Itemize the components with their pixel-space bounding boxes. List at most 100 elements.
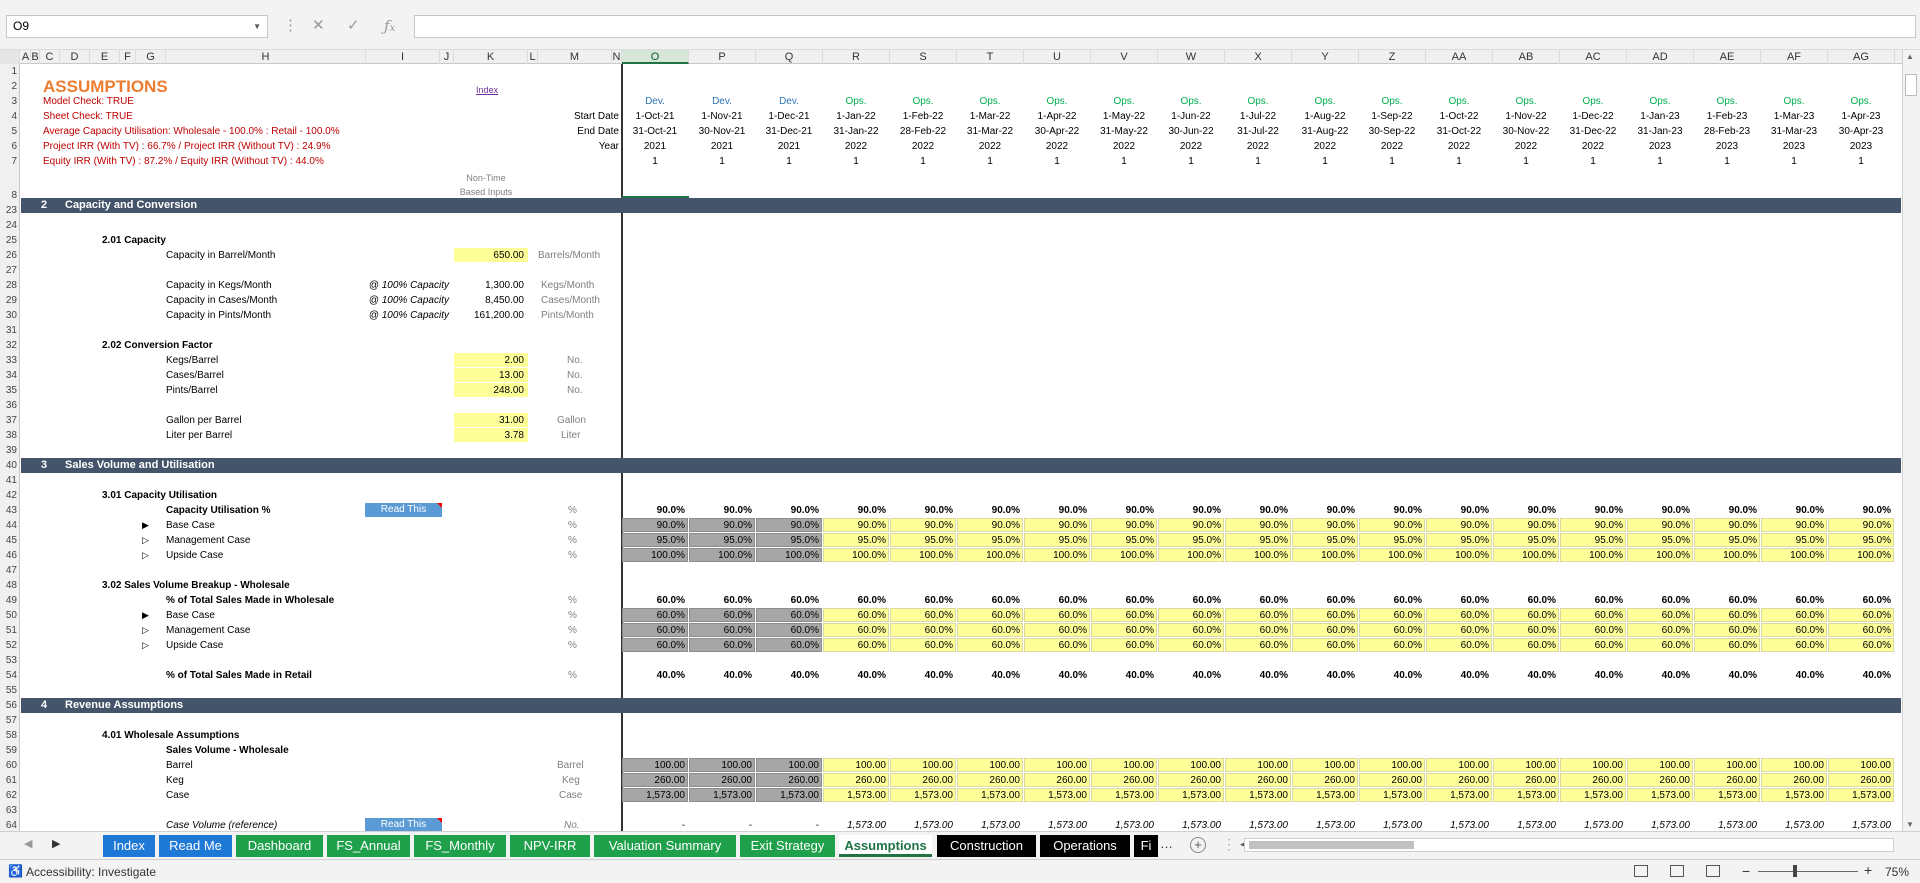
read-this-button[interactable]: Read This [365, 503, 442, 517]
horizontal-scroll-thumb[interactable] [1249, 841, 1414, 849]
column-header[interactable]: L [528, 50, 538, 64]
input-cell[interactable]: 260.00 [1292, 773, 1358, 787]
input-cell[interactable]: 31.00 [454, 413, 528, 427]
input-cell[interactable]: 60.0% [1292, 638, 1358, 652]
row-header[interactable]: 7 [0, 154, 20, 169]
column-header[interactable]: V [1091, 50, 1158, 64]
locked-cell[interactable]: 260.00 [622, 773, 688, 787]
row-header[interactable]: 53 [0, 653, 20, 668]
row-header[interactable]: 35 [0, 383, 20, 398]
next-sheet-icon[interactable]: ▶ [52, 837, 60, 850]
input-cell[interactable]: 60.0% [1560, 608, 1626, 622]
locked-cell[interactable]: 60.0% [622, 638, 688, 652]
locked-cell[interactable]: 60.0% [689, 608, 755, 622]
column-header[interactable]: R [823, 50, 890, 64]
input-cell[interactable]: 60.0% [1828, 608, 1894, 622]
unselected-case-arrow-icon[interactable]: ▷ [142, 548, 149, 563]
column-header[interactable]: AG [1828, 50, 1895, 64]
input-cell[interactable]: 95.0% [1158, 533, 1224, 547]
column-header[interactable]: D [60, 50, 90, 64]
input-cell[interactable]: 95.0% [1359, 533, 1425, 547]
input-cell[interactable]: 90.0% [1493, 518, 1559, 532]
input-cell[interactable]: 100.00 [1292, 758, 1358, 772]
input-cell[interactable]: 260.00 [957, 773, 1023, 787]
input-cell[interactable]: 100.00 [1493, 758, 1559, 772]
row-header[interactable]: 44 [0, 518, 20, 533]
row-header[interactable]: 42 [0, 488, 20, 503]
input-cell[interactable]: 60.0% [1828, 623, 1894, 637]
column-header[interactable]: AE [1694, 50, 1761, 64]
input-cell[interactable]: 60.0% [1024, 623, 1090, 637]
input-cell[interactable]: 60.0% [1493, 638, 1559, 652]
more-tabs-icon[interactable]: … [1160, 836, 1173, 851]
input-cell[interactable]: 100.00 [1694, 758, 1760, 772]
locked-cell[interactable]: 100.00 [622, 758, 688, 772]
input-cell[interactable]: 1,573.00 [1694, 788, 1760, 802]
zoom-out-icon[interactable]: − [1742, 863, 1750, 879]
input-cell[interactable]: 60.0% [1426, 623, 1492, 637]
input-cell[interactable]: 100.0% [1493, 548, 1559, 562]
column-header[interactable]: AC [1560, 50, 1627, 64]
row-header[interactable]: 4 [0, 109, 20, 124]
page-layout-icon[interactable] [1670, 865, 1684, 877]
row-header[interactable]: 25 [0, 233, 20, 248]
row-header[interactable]: 57 [0, 713, 20, 728]
input-cell[interactable]: 95.0% [823, 533, 889, 547]
input-cell[interactable]: 60.0% [890, 608, 956, 622]
row-header[interactable]: 52 [0, 638, 20, 653]
row-header[interactable]: 54 [0, 668, 20, 683]
column-header[interactable]: AA [1426, 50, 1493, 64]
locked-cell[interactable]: 260.00 [756, 773, 822, 787]
row-header[interactable]: 2 [0, 79, 20, 94]
input-cell[interactable]: 13.00 [454, 368, 528, 382]
input-cell[interactable]: 1,573.00 [1024, 788, 1090, 802]
row-header[interactable]: 48 [0, 578, 20, 593]
row-header[interactable]: 26 [0, 248, 20, 263]
row-header[interactable]: 56 [0, 698, 20, 713]
input-cell[interactable]: 100.00 [823, 758, 889, 772]
row-header[interactable]: 40 [0, 458, 20, 473]
input-cell[interactable]: 260.00 [1091, 773, 1157, 787]
row-header[interactable]: 24 [0, 218, 20, 233]
input-cell[interactable]: 260.00 [1493, 773, 1559, 787]
input-cell[interactable]: 2.00 [454, 353, 528, 367]
input-cell[interactable]: 60.0% [823, 623, 889, 637]
input-cell[interactable]: 60.0% [957, 623, 1023, 637]
input-cell[interactable]: 260.00 [823, 773, 889, 787]
input-cell[interactable]: 95.0% [1225, 533, 1291, 547]
input-cell[interactable]: 60.0% [1694, 608, 1760, 622]
locked-cell[interactable]: 260.00 [689, 773, 755, 787]
input-cell[interactable]: 3.78 [454, 428, 528, 442]
input-cell[interactable]: 60.0% [1158, 608, 1224, 622]
column-header[interactable]: A [21, 50, 31, 64]
row-header[interactable]: 3 [0, 94, 20, 109]
locked-cell[interactable]: 60.0% [622, 608, 688, 622]
row-header[interactable]: 33 [0, 353, 20, 368]
index-link[interactable]: Index [476, 83, 498, 98]
input-cell[interactable]: 60.0% [1225, 623, 1291, 637]
locked-cell[interactable]: 100.0% [622, 548, 688, 562]
locked-cell[interactable]: 60.0% [689, 638, 755, 652]
input-cell[interactable]: 100.00 [1225, 758, 1291, 772]
input-cell[interactable]: 100.0% [823, 548, 889, 562]
tab-read-me[interactable]: Read Me [159, 835, 232, 857]
row-header[interactable]: 59 [0, 743, 20, 758]
row-header[interactable]: 36 [0, 398, 20, 413]
input-cell[interactable]: 60.0% [1560, 638, 1626, 652]
row-header[interactable]: 55 [0, 683, 20, 698]
select-all-corner[interactable] [0, 50, 20, 64]
locked-cell[interactable]: 60.0% [756, 623, 822, 637]
locked-cell[interactable]: 100.00 [689, 758, 755, 772]
input-cell[interactable]: 248.00 [454, 383, 528, 397]
column-header[interactable]: C [40, 50, 60, 64]
input-cell[interactable]: 1,573.00 [1292, 788, 1358, 802]
locked-cell[interactable]: 1,573.00 [689, 788, 755, 802]
input-cell[interactable]: 95.0% [1091, 533, 1157, 547]
input-cell[interactable]: 100.0% [1225, 548, 1291, 562]
input-cell[interactable]: 60.0% [1091, 638, 1157, 652]
input-cell[interactable]: 90.0% [1761, 518, 1827, 532]
row-header[interactable]: 23 [0, 203, 20, 218]
input-cell[interactable]: 60.0% [890, 623, 956, 637]
input-cell[interactable]: 90.0% [957, 518, 1023, 532]
locked-cell[interactable]: 60.0% [756, 608, 822, 622]
